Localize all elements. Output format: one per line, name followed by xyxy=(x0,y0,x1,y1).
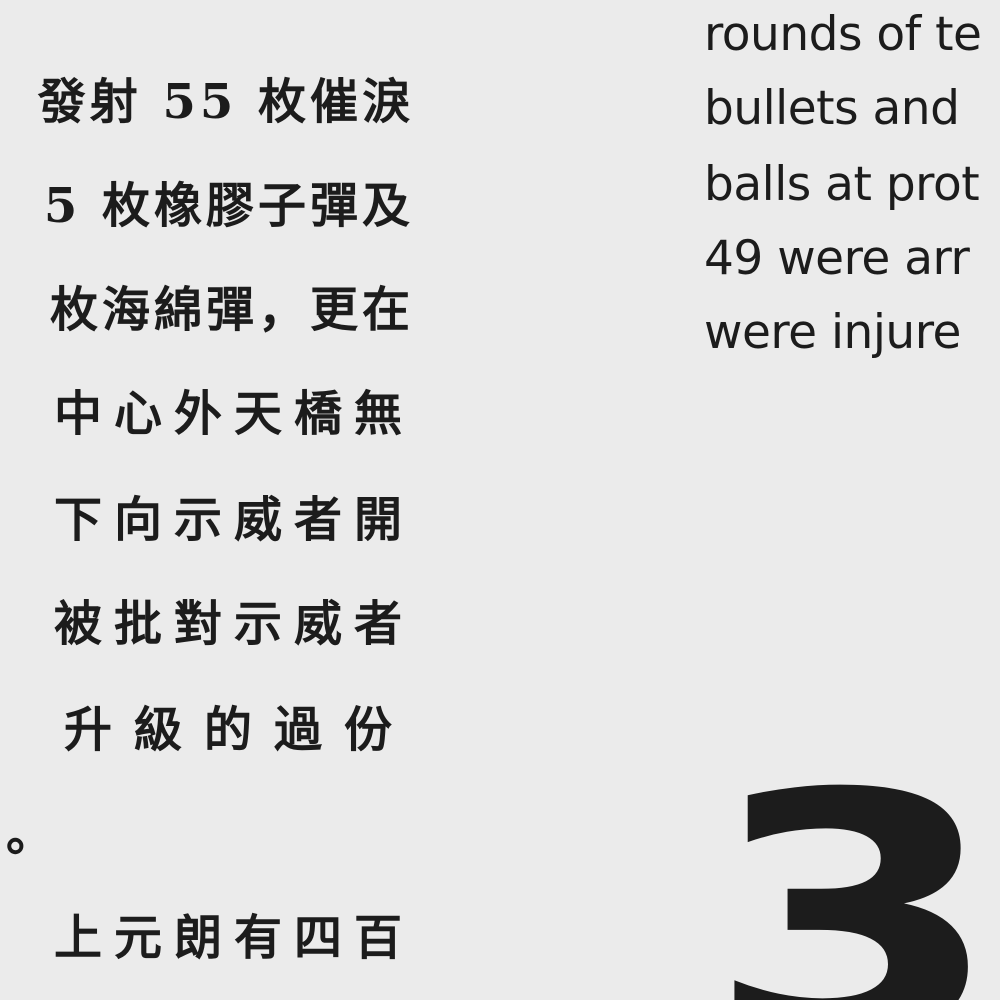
chinese-line-2: 5 枚橡膠子彈及 xyxy=(43,178,414,234)
chinese-line-6: 被批對示威者 xyxy=(53,596,414,652)
chinese-line-3: 枚海綿彈，更在 xyxy=(49,282,414,338)
chinese-line-5: 下向示威者開 xyxy=(53,492,414,548)
english-text-column: rounds of te bullets and balls at prot 4… xyxy=(704,0,1000,380)
chinese-line-9: 上元朗有四百 xyxy=(53,910,414,966)
chinese-line-4: 中心外天橋無 xyxy=(53,386,414,442)
page: 發射 55 枚催淚 5 枚橡膠子彈及 枚海綿彈，更在 中心外天橋無 下向示威者開… xyxy=(0,0,1000,1000)
chinese-line-1: 發射 55 枚催淚 xyxy=(37,74,414,130)
chinese-text-column: 發射 55 枚催淚 5 枚橡膠子彈及 枚海綿彈，更在 中心外天橋無 下向示威者開… xyxy=(0,0,420,1000)
section-number: 3 xyxy=(706,770,1000,1000)
chinese-line-7: 升級的過份 xyxy=(63,702,414,758)
english-line-1: rounds of te xyxy=(704,7,982,62)
english-line-2: bullets and xyxy=(704,81,960,136)
english-line-3: balls at prot xyxy=(704,157,980,212)
english-line-4: 49 were arr xyxy=(704,231,970,286)
english-line-5: were injure xyxy=(704,305,961,360)
chinese-line-8: 。 xyxy=(6,806,59,862)
